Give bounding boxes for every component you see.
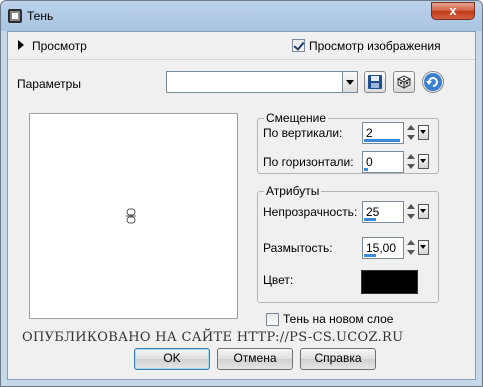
shadow-new-layer-label: Тень на новом слое [283, 312, 394, 326]
dialog-window: Тень x Просмотр Просмотр изображения Пар… [0, 0, 483, 387]
random-preset-button[interactable] [393, 71, 415, 93]
attributes-group-title: Атрибуты [264, 184, 322, 198]
close-button[interactable]: x [431, 2, 475, 20]
horizontal-offset-stepper[interactable] [406, 151, 417, 173]
vertical-offset-dropdown[interactable] [418, 125, 429, 140]
opacity-label: Непрозрачность: [263, 205, 358, 219]
chevron-down-icon[interactable] [342, 72, 357, 92]
params-bar: Параметры [8, 68, 475, 98]
opacity-bar [364, 218, 376, 221]
stepper-down-icon[interactable] [407, 164, 415, 169]
title-bar[interactable]: Тень x [1, 1, 482, 31]
stepper-down-icon[interactable] [407, 135, 415, 140]
ok-button[interactable]: OK [134, 348, 210, 370]
preview-canvas[interactable] [29, 113, 238, 319]
preview-toggle-label[interactable]: Просмотр [32, 39, 87, 53]
preset-combo[interactable] [166, 71, 358, 93]
dice-icon [396, 75, 412, 89]
preview-bar: Просмотр Просмотр изображения [8, 32, 475, 60]
preview-image-checkbox[interactable] [292, 39, 305, 52]
help-button[interactable]: Справка [300, 348, 376, 370]
watermark-text: ОПУБЛИКОВАНО НА САЙТЕ HTTP://PS-CS.UCOZ.… [22, 330, 404, 345]
offset-group: Смещение По вертикали: 2 По горизонтали:… [257, 111, 439, 174]
blur-dropdown[interactable] [418, 240, 429, 255]
stepper-up-icon[interactable] [407, 125, 415, 130]
cancel-button[interactable]: Отмена [217, 348, 293, 370]
blur-input[interactable]: 15,00 [362, 237, 404, 259]
horizontal-offset-label: По горизонтали: [263, 155, 354, 169]
floppy-icon [368, 75, 382, 89]
opacity-dropdown[interactable] [418, 204, 429, 219]
app-icon [8, 9, 22, 23]
undo-arrow-icon [424, 73, 442, 91]
expand-triangle-icon[interactable] [18, 40, 24, 50]
stepper-down-icon[interactable] [407, 250, 415, 255]
vertical-offset-value: 2 [366, 126, 373, 140]
stepper-up-icon[interactable] [407, 204, 415, 209]
horizontal-offset-value: 0 [366, 155, 373, 169]
offset-group-title: Смещение [264, 111, 329, 125]
blur-label: Размытость: [263, 241, 333, 255]
attributes-group: Атрибуты Непрозрачность: 25 Размытость: … [257, 184, 439, 303]
opacity-value: 25 [366, 205, 380, 219]
stepper-up-icon[interactable] [407, 240, 415, 245]
vertical-offset-label: По вертикали: [263, 126, 343, 140]
window-title: Тень [27, 9, 54, 23]
blur-stepper[interactable] [406, 237, 417, 259]
preview-image-label: Просмотр изображения [309, 39, 441, 53]
blur-value: 15,00 [366, 241, 397, 255]
reset-button[interactable] [422, 71, 444, 93]
opacity-stepper[interactable] [406, 201, 417, 223]
horizontal-offset-input[interactable]: 0 [362, 151, 404, 173]
vertical-offset-input[interactable]: 2 [362, 122, 404, 144]
shadow-object-icon [126, 208, 136, 224]
vertical-offset-bar [364, 139, 400, 142]
save-preset-button[interactable] [364, 71, 386, 93]
horizontal-offset-dropdown[interactable] [418, 154, 429, 169]
opacity-input[interactable]: 25 [362, 201, 404, 223]
dialog-client: Просмотр Просмотр изображения Параметры [7, 31, 476, 380]
params-label: Параметры [17, 77, 81, 91]
shadow-color-swatch[interactable] [361, 270, 418, 294]
color-label: Цвет: [263, 273, 294, 287]
stepper-down-icon[interactable] [407, 214, 415, 219]
horizontal-offset-bar [364, 168, 368, 171]
shadow-new-layer-checkbox[interactable] [266, 313, 279, 326]
vertical-offset-stepper[interactable] [406, 122, 417, 144]
stepper-up-icon[interactable] [407, 154, 415, 159]
blur-bar [364, 254, 376, 257]
